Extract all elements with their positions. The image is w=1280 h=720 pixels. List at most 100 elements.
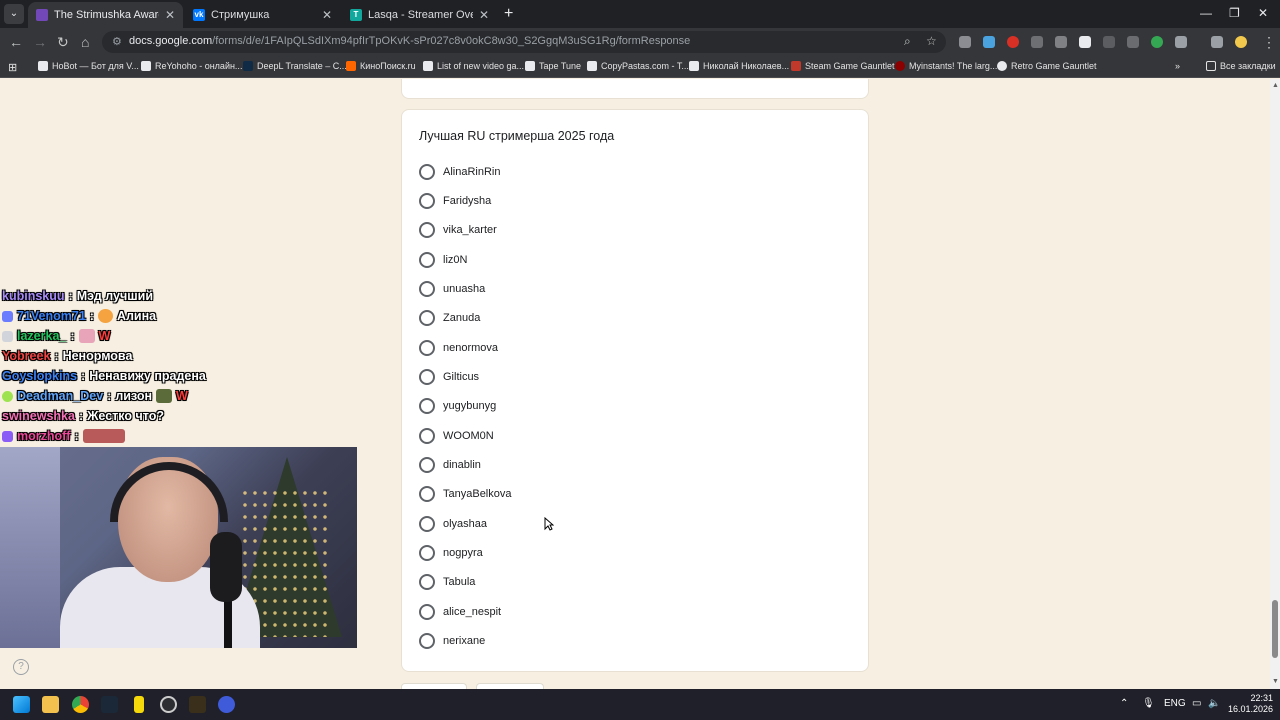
tab-lasqa[interactable]: T Lasqa - Streamer Overview & St ✕ bbox=[342, 2, 497, 28]
app-icon[interactable] bbox=[134, 696, 144, 713]
extension-icon[interactable] bbox=[1079, 36, 1091, 48]
volume-icon[interactable]: 🔈 bbox=[1208, 698, 1220, 709]
close-tab-icon[interactable]: ✕ bbox=[165, 8, 175, 22]
scrollbar-track[interactable] bbox=[1270, 79, 1280, 689]
close-tab-icon[interactable]: ✕ bbox=[322, 8, 332, 22]
radio-option[interactable]: Zanuda bbox=[419, 308, 480, 328]
network-icon[interactable]: ▭ bbox=[1192, 698, 1201, 709]
bookmark-item[interactable]: Myinstants! The larg... bbox=[895, 61, 997, 71]
close-window-icon[interactable]: ✕ bbox=[1258, 6, 1268, 20]
apps-grid-icon[interactable]: ⊞ bbox=[8, 61, 17, 74]
reload-icon[interactable]: ↻ bbox=[57, 34, 69, 50]
windows-start-icon[interactable] bbox=[13, 696, 30, 713]
bookmark-star-icon[interactable]: ☆ bbox=[926, 34, 937, 48]
radio-option[interactable]: TanyaBelkova bbox=[419, 484, 512, 504]
scroll-down-arrow-icon[interactable]: ▼ bbox=[1272, 678, 1279, 685]
bookmark-item[interactable]: List of new video ga... bbox=[423, 61, 524, 71]
extension-icon[interactable] bbox=[1031, 36, 1043, 48]
extension-icon[interactable] bbox=[1007, 36, 1019, 48]
radio-button[interactable] bbox=[419, 193, 435, 209]
radio-button[interactable] bbox=[419, 164, 435, 180]
scrollbar-thumb[interactable] bbox=[1272, 600, 1278, 658]
app-icon[interactable] bbox=[189, 696, 206, 713]
bookmark-item[interactable]: Николай Николаев... bbox=[689, 61, 789, 71]
radio-button[interactable] bbox=[419, 516, 435, 532]
radio-button[interactable] bbox=[419, 457, 435, 473]
steam-icon[interactable] bbox=[101, 696, 118, 713]
radio-button[interactable] bbox=[419, 398, 435, 414]
extension-icon[interactable] bbox=[1127, 36, 1139, 48]
radio-option[interactable]: dinablin bbox=[419, 455, 481, 475]
tray-overflow-icon[interactable]: ⌃ bbox=[1120, 698, 1128, 709]
puzzle-icon[interactable] bbox=[1175, 36, 1187, 48]
extension-icon[interactable] bbox=[983, 36, 995, 48]
radio-button[interactable] bbox=[419, 310, 435, 326]
radio-option[interactable]: yugybunyg bbox=[419, 396, 496, 416]
radio-option[interactable]: liz0N bbox=[419, 250, 467, 270]
profile-avatar[interactable] bbox=[1235, 36, 1247, 48]
radio-option[interactable]: nerixane bbox=[419, 631, 485, 651]
radio-button[interactable] bbox=[419, 545, 435, 561]
bookmark-item[interactable]: Steam Game Gauntlet bbox=[791, 61, 895, 71]
extension-icon[interactable] bbox=[1151, 36, 1163, 48]
tab-strimushka-awards[interactable]: The Strimushka Awards 2025 - S ✕ bbox=[28, 2, 183, 28]
extension-icon[interactable] bbox=[959, 36, 971, 48]
bookmark-item[interactable]: Retro Game Gauntlet bbox=[997, 61, 1097, 71]
bookmark-item[interactable]: HoBot — Бот для V... bbox=[38, 61, 139, 71]
new-tab-button[interactable]: + bbox=[504, 5, 513, 23]
radio-option[interactable]: vika_karter bbox=[419, 220, 497, 240]
close-tab-icon[interactable]: ✕ bbox=[479, 8, 489, 22]
bookmark-item[interactable]: КиноПоиск.ru bbox=[346, 61, 416, 71]
radio-button[interactable] bbox=[419, 369, 435, 385]
microphone-icon[interactable]: 🎙 bbox=[1142, 698, 1155, 709]
scroll-up-arrow-icon[interactable]: ▲ bbox=[1272, 82, 1279, 89]
radio-button[interactable] bbox=[419, 281, 435, 297]
bookmark-item[interactable]: ReYohoho - онлайн... bbox=[141, 61, 242, 71]
radio-option[interactable]: AlinaRinRin bbox=[419, 162, 500, 182]
bookmark-item[interactable]: CopyPastas.com - T... bbox=[587, 61, 689, 71]
radio-button[interactable] bbox=[419, 222, 435, 238]
obs-icon[interactable] bbox=[160, 696, 177, 713]
site-info-icon[interactable]: ⚙ bbox=[112, 35, 122, 48]
extension-icon[interactable] bbox=[1055, 36, 1067, 48]
home-icon[interactable]: ⌂ bbox=[81, 34, 89, 50]
question-title: Лучшая RU стримерша 2025 года bbox=[419, 129, 615, 143]
radio-button[interactable] bbox=[419, 486, 435, 502]
radio-button[interactable] bbox=[419, 252, 435, 268]
help-icon[interactable]: ? bbox=[13, 659, 29, 675]
bookmark-item[interactable]: DeepL Translate – С... bbox=[243, 61, 347, 71]
radio-option[interactable]: nogpyra bbox=[419, 543, 483, 563]
radio-option[interactable]: alice_nespit bbox=[419, 602, 501, 622]
restore-icon[interactable]: ❐ bbox=[1229, 6, 1240, 20]
radio-option[interactable]: unuasha bbox=[419, 279, 485, 299]
radio-option[interactable]: olyashaa bbox=[419, 514, 487, 534]
radio-button[interactable] bbox=[419, 604, 435, 620]
tab-strimushka[interactable]: vk Стримушка ✕ bbox=[185, 2, 340, 28]
media-control-icon[interactable] bbox=[1211, 36, 1223, 48]
radio-button[interactable] bbox=[419, 428, 435, 444]
chrome-icon[interactable] bbox=[72, 696, 89, 713]
radio-option[interactable]: nenormova bbox=[419, 338, 498, 358]
extension-icon[interactable] bbox=[1103, 36, 1115, 48]
radio-button[interactable] bbox=[419, 633, 435, 649]
more-bookmarks-icon[interactable]: » bbox=[1175, 61, 1180, 71]
radio-option[interactable]: Faridysha bbox=[419, 191, 491, 211]
radio-button[interactable] bbox=[419, 574, 435, 590]
forward-icon[interactable]: → bbox=[33, 34, 47, 50]
radio-option[interactable]: Tabula bbox=[419, 572, 475, 592]
system-clock[interactable]: 22:31 16.01.2026 bbox=[1228, 693, 1273, 715]
language-indicator[interactable]: ENG bbox=[1164, 698, 1186, 709]
radio-option[interactable]: Gilticus bbox=[419, 367, 479, 387]
all-bookmarks[interactable]: Все закладки bbox=[1206, 61, 1276, 71]
back-icon[interactable]: ← bbox=[9, 34, 23, 50]
address-bar[interactable]: ⚙ docs.google.com/forms/d/e/1FAIpQLSdIXm… bbox=[102, 31, 946, 53]
radio-button[interactable] bbox=[419, 340, 435, 356]
minimize-icon[interactable]: — bbox=[1200, 6, 1212, 20]
bookmark-item[interactable]: Tape Tune bbox=[525, 61, 581, 71]
radio-option[interactable]: WOOM0N bbox=[419, 426, 494, 446]
menu-kebab-icon[interactable]: ⋮ bbox=[1262, 34, 1276, 50]
app-icon[interactable] bbox=[218, 696, 235, 713]
file-explorer-icon[interactable] bbox=[42, 696, 59, 713]
zoom-icon[interactable]: ⌕ bbox=[904, 34, 911, 49]
tab-search-icon[interactable]: ⌄ bbox=[4, 4, 24, 24]
